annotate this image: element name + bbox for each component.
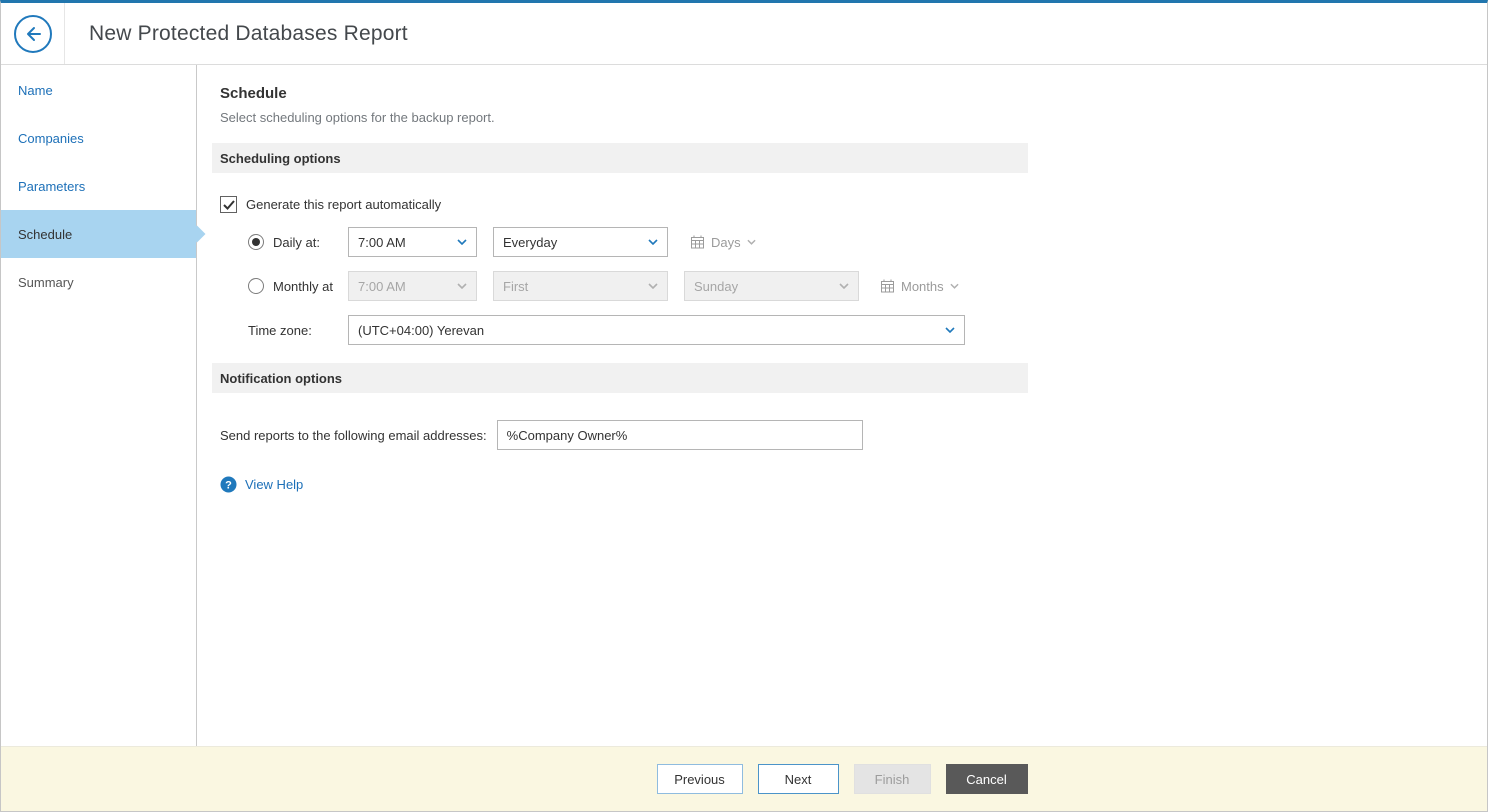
sidebar-item-label: Schedule <box>18 227 72 242</box>
email-label: Send reports to the following email addr… <box>220 428 487 443</box>
sidebar-item-label: Summary <box>18 275 74 290</box>
monthly-time-select: 7:00 AM <box>348 271 477 301</box>
finish-button: Finish <box>854 764 931 794</box>
chevron-down-icon <box>747 239 756 245</box>
sidebar-item-label: Parameters <box>18 179 85 194</box>
section-title: Notification options <box>220 371 342 386</box>
generate-automatically-label: Generate this report automatically <box>246 197 441 212</box>
chevron-down-icon <box>457 283 467 289</box>
wizard-body: Name Companies Parameters Schedule Summa… <box>1 65 1487 746</box>
days-button: Days <box>690 235 756 250</box>
monthly-day-value: Sunday <box>694 279 738 294</box>
step-subtitle: Select scheduling options for the backup… <box>220 110 1487 125</box>
sidebar-item-name[interactable]: Name <box>1 66 196 114</box>
daily-time-value: 7:00 AM <box>358 235 406 250</box>
cancel-button[interactable]: Cancel <box>946 764 1028 794</box>
section-title: Scheduling options <box>220 151 341 166</box>
header: New Protected Databases Report <box>1 3 1487 65</box>
monthly-option: Monthly at <box>248 278 348 294</box>
chevron-down-icon <box>648 239 658 245</box>
help-row: ? View Help <box>220 476 1487 493</box>
monthly-time-value: 7:00 AM <box>358 279 406 294</box>
sidebar-item-summary: Summary <box>1 258 196 306</box>
step-content: Schedule Select scheduling options for t… <box>197 65 1487 746</box>
chevron-down-icon <box>457 239 467 245</box>
monthly-radio[interactable] <box>248 278 264 294</box>
notification-form: Send reports to the following email addr… <box>220 420 1487 493</box>
timezone-label: Time zone: <box>248 323 348 338</box>
monthly-schedule-row: Monthly at 7:00 AM First <box>248 271 1487 301</box>
next-button[interactable]: Next <box>758 764 839 794</box>
months-button-label: Months <box>901 279 944 294</box>
chevron-down-icon <box>839 283 849 289</box>
days-button-label: Days <box>711 235 741 250</box>
email-row: Send reports to the following email addr… <box>220 420 1487 450</box>
daily-frequency-value: Everyday <box>503 235 557 250</box>
chevron-down-icon <box>648 283 658 289</box>
back-button[interactable] <box>14 15 52 53</box>
monthly-day-select: Sunday <box>684 271 859 301</box>
chevron-down-icon <box>950 283 959 289</box>
check-icon <box>223 200 235 210</box>
timezone-row: Time zone: (UTC+04:00) Yerevan <box>248 315 1487 345</box>
sidebar-item-schedule[interactable]: Schedule <box>1 210 196 258</box>
scheduling-form: Generate this report automatically Daily… <box>220 196 1487 345</box>
calendar-icon <box>690 235 705 249</box>
daily-label: Daily at: <box>273 235 320 250</box>
chevron-down-icon <box>945 327 955 333</box>
back-button-area <box>1 3 65 64</box>
notification-options-section-header: Notification options <box>212 363 1028 393</box>
wizard-footer: Previous Next Finish Cancel <box>1 746 1487 811</box>
generate-automatically-row: Generate this report automatically <box>220 196 1487 213</box>
sidebar-item-parameters[interactable]: Parameters <box>1 162 196 210</box>
radio-dot <box>252 238 260 246</box>
calendar-icon <box>880 279 895 293</box>
monthly-week-select: First <box>493 271 668 301</box>
daily-time-select[interactable]: 7:00 AM <box>348 227 477 257</box>
email-addresses-input[interactable] <box>497 420 863 450</box>
timezone-select[interactable]: (UTC+04:00) Yerevan <box>348 315 965 345</box>
daily-frequency-select[interactable]: Everyday <box>493 227 668 257</box>
scheduling-options-section-header: Scheduling options <box>212 143 1028 173</box>
sidebar-item-label: Name <box>18 83 53 98</box>
daily-option: Daily at: <box>248 234 348 250</box>
timezone-value: (UTC+04:00) Yerevan <box>358 323 484 338</box>
page-title: New Protected Databases Report <box>89 22 408 46</box>
daily-schedule-row: Daily at: 7:00 AM Everyday <box>248 227 1487 257</box>
sidebar-item-label: Companies <box>18 131 84 146</box>
svg-text:?: ? <box>225 480 232 492</box>
monthly-week-value: First <box>503 279 528 294</box>
back-arrow-icon <box>23 24 43 44</box>
generate-automatically-checkbox[interactable] <box>220 196 237 213</box>
step-title: Schedule <box>220 85 1487 102</box>
monthly-label: Monthly at <box>273 279 333 294</box>
view-help-link[interactable]: View Help <box>245 477 303 492</box>
steps-sidebar: Name Companies Parameters Schedule Summa… <box>1 65 197 746</box>
sidebar-item-companies[interactable]: Companies <box>1 114 196 162</box>
wizard-window: New Protected Databases Report Name Comp… <box>0 0 1488 812</box>
daily-radio[interactable] <box>248 234 264 250</box>
months-button: Months <box>880 279 959 294</box>
help-icon: ? <box>220 476 237 493</box>
previous-button[interactable]: Previous <box>657 764 743 794</box>
